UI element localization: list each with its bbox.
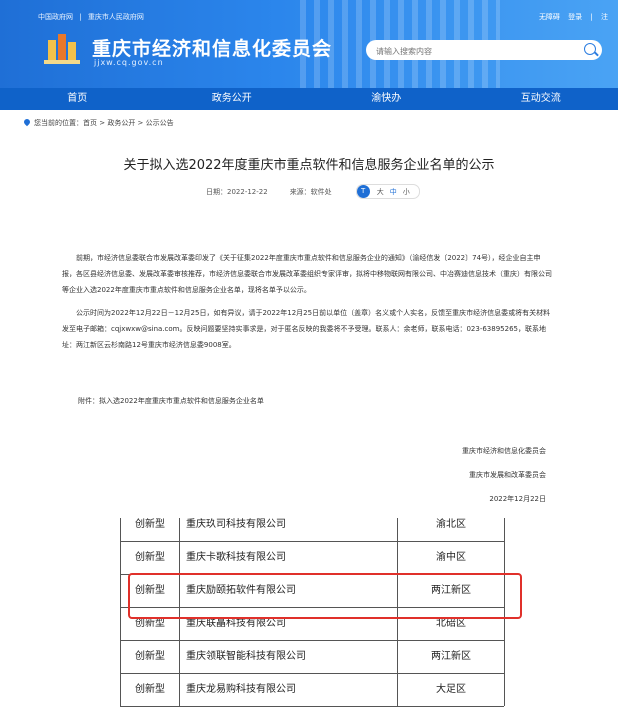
table-cell-district: 渝中区 — [398, 541, 505, 574]
font-size-icon: T — [356, 185, 370, 198]
user-links: 无障碍 登录 | 注 — [533, 12, 608, 22]
breadcrumb: 您当前的位置：首页 > 政务公开 > 公示公告 — [22, 117, 174, 128]
link-cq-gov[interactable]: 重庆市人民政府网 — [88, 13, 144, 21]
nav-item-gov-affairs[interactable]: 政务公开 — [155, 88, 310, 110]
table-cell-district: 渝北区 — [398, 518, 505, 541]
company-table: 创新型 重庆玖司科技有限公司 渝北区 创新型 重庆卡歌科技有限公司 渝中区 创新… — [0, 518, 618, 720]
login-link[interactable]: 登录 — [568, 13, 582, 21]
article-title: 关于拟入选2022年度重庆市重点软件和信息服务企业名单的公示 — [123, 158, 495, 173]
table-cell-name: 重庆领联智能科技有限公司 — [178, 640, 398, 673]
top-links: 中国政府网 | 重庆市人民政府网 — [38, 12, 148, 22]
table-row: 创新型 重庆龙易购科技有限公司 大足区 — [120, 673, 505, 707]
site-logo-icon[interactable] — [44, 32, 80, 64]
signature-econ-committee: 重庆市经济和信息化委员会 — [462, 447, 546, 455]
link-gov-cn[interactable]: 中国政府网 — [38, 13, 73, 21]
search-box — [366, 40, 602, 60]
main-nav: 首页 政务公开 渝快办 互动交流 — [0, 88, 618, 110]
table-row: 创新型 重庆卡歌科技有限公司 渝中区 — [120, 541, 505, 575]
accessibility-link[interactable]: 无障碍 — [539, 13, 560, 21]
table-row: 创新型 重庆领联智能科技有限公司 两江新区 — [120, 640, 505, 674]
site-url: jjxw.cq.gov.cn — [94, 58, 164, 67]
table-cell-type: 创新型 — [120, 640, 180, 673]
table-cell-type: 创新型 — [120, 518, 180, 541]
table-cell-type: 创新型 — [120, 673, 180, 706]
table-cell-district: 两江新区 — [398, 640, 505, 673]
table-row: 创新型 重庆玖司科技有限公司 渝北区 — [120, 518, 505, 542]
article-meta: 日期：2022-12-22 来源：软件处 T 大 中 小 — [206, 184, 420, 199]
site-title[interactable]: 重庆市经济和信息化委员会 — [92, 34, 332, 61]
register-link[interactable]: 注 — [601, 13, 608, 21]
font-size-medium[interactable]: 中 — [390, 187, 397, 197]
nav-item-home[interactable]: 首页 — [0, 88, 155, 110]
article-paragraph: 前期，市经济信息委联合市发展改革委印发了《关于征集2022年度重庆市重点软件和信… — [62, 254, 552, 294]
search-icon[interactable] — [584, 43, 596, 55]
article-paragraph: 公示时间为2022年12月22日－12月25日，如有异议，请于2022年12月2… — [62, 309, 551, 349]
user-links-divider: | — [590, 13, 593, 21]
nav-item-yukuaiban[interactable]: 渝快办 — [309, 88, 464, 110]
signature-date: 2022年12月22日 — [489, 495, 546, 503]
font-size-switcher: T 大 中 小 — [355, 184, 420, 199]
search-input[interactable] — [374, 43, 578, 59]
font-size-large[interactable]: 大 — [377, 187, 384, 197]
article-body: 前期，市经济信息委联合市发展改革委印发了《关于征集2022年度重庆市重点软件和信… — [62, 250, 552, 353]
signature-dev-committee: 重庆市发展和改革委员会 — [469, 471, 546, 479]
site-header: 中国政府网 | 重庆市人民政府网 无障碍 登录 | 注 重庆市经济和信息化委员会… — [0, 0, 618, 88]
highlight-box — [128, 573, 522, 619]
table-cell-name: 重庆龙易购科技有限公司 — [178, 673, 398, 706]
font-size-small[interactable]: 小 — [403, 187, 410, 197]
article-date: 日期：2022-12-22 — [206, 187, 268, 196]
breadcrumb-text[interactable]: 您当前的位置：首页 > 政务公开 > 公示公告 — [34, 119, 174, 127]
link-divider: | — [79, 13, 82, 21]
table-cell-name: 重庆玖司科技有限公司 — [178, 518, 398, 541]
article-source: 来源：软件处 — [289, 187, 332, 196]
attachment-link[interactable]: 附件：拟入选2022年度重庆市重点软件和信息服务企业名单 — [78, 396, 264, 406]
table-cell-district: 大足区 — [398, 673, 505, 706]
location-pin-icon — [22, 117, 32, 127]
nav-item-interaction[interactable]: 互动交流 — [464, 88, 618, 110]
table-cell-name: 重庆卡歌科技有限公司 — [178, 541, 398, 574]
table-cell-type: 创新型 — [120, 541, 180, 574]
